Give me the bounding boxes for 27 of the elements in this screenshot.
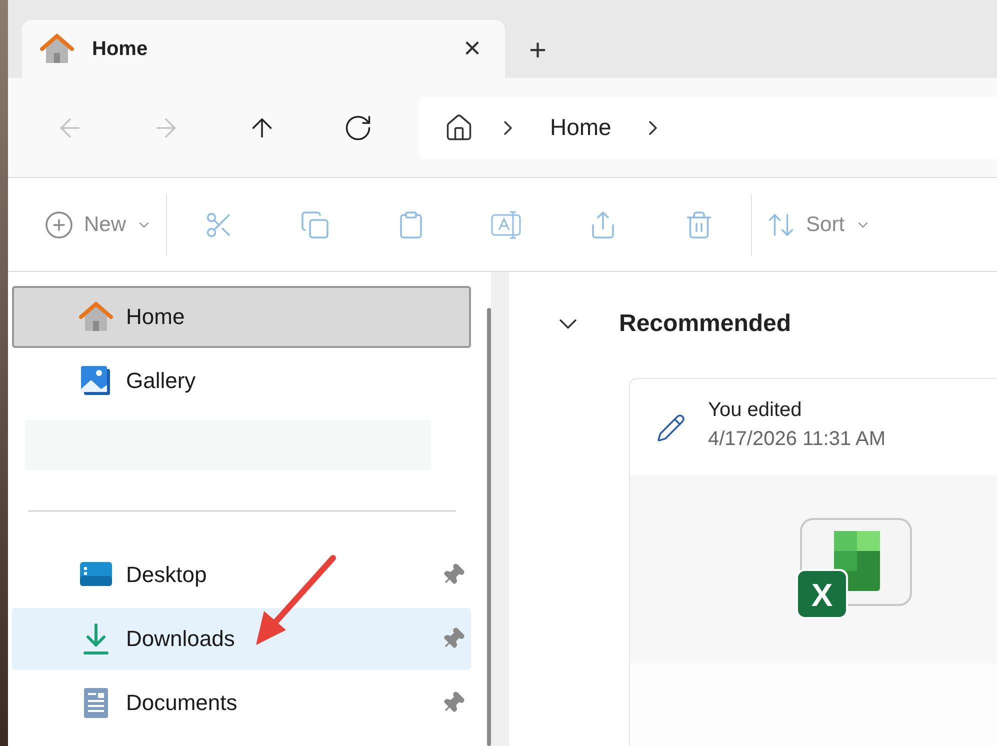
close-tab-button[interactable]: × [457, 34, 487, 64]
sidebar-item[interactable]: Gallery [12, 350, 471, 412]
plus-circle-icon [44, 210, 74, 240]
gallery-icon [80, 365, 112, 397]
download-icon [83, 623, 109, 655]
activity-text: You edited [708, 399, 803, 422]
home-icon [79, 301, 113, 333]
new-tab-button[interactable]: + [525, 36, 551, 66]
scrollbar[interactable] [487, 308, 491, 746]
sidebar-item[interactable]: Documents [12, 672, 471, 734]
home-icon [444, 112, 474, 142]
home-icon [40, 33, 74, 65]
file-card[interactable]: You edited 4/17/2026 11:31 AM X [629, 378, 997, 746]
section-title: Recommended [619, 310, 792, 338]
tab[interactable]: Home × [22, 20, 505, 78]
sidebar-item[interactable]: Downloads [12, 608, 471, 670]
pencil-icon [656, 413, 686, 443]
sidebar-item[interactable]: Home [12, 286, 471, 348]
sidebar-item[interactable]: Desktop [12, 544, 471, 606]
document-icon [83, 687, 109, 719]
copy-icon [300, 210, 330, 240]
edit-time: 4/17/2026 11:31 AM [708, 428, 886, 451]
pane-splitter[interactable] [491, 272, 509, 746]
breadcrumb[interactable]: Home [542, 114, 620, 141]
address-bar[interactable]: Home [418, 96, 997, 158]
desktop-icon [80, 562, 112, 588]
tab-title: Home [92, 38, 149, 60]
